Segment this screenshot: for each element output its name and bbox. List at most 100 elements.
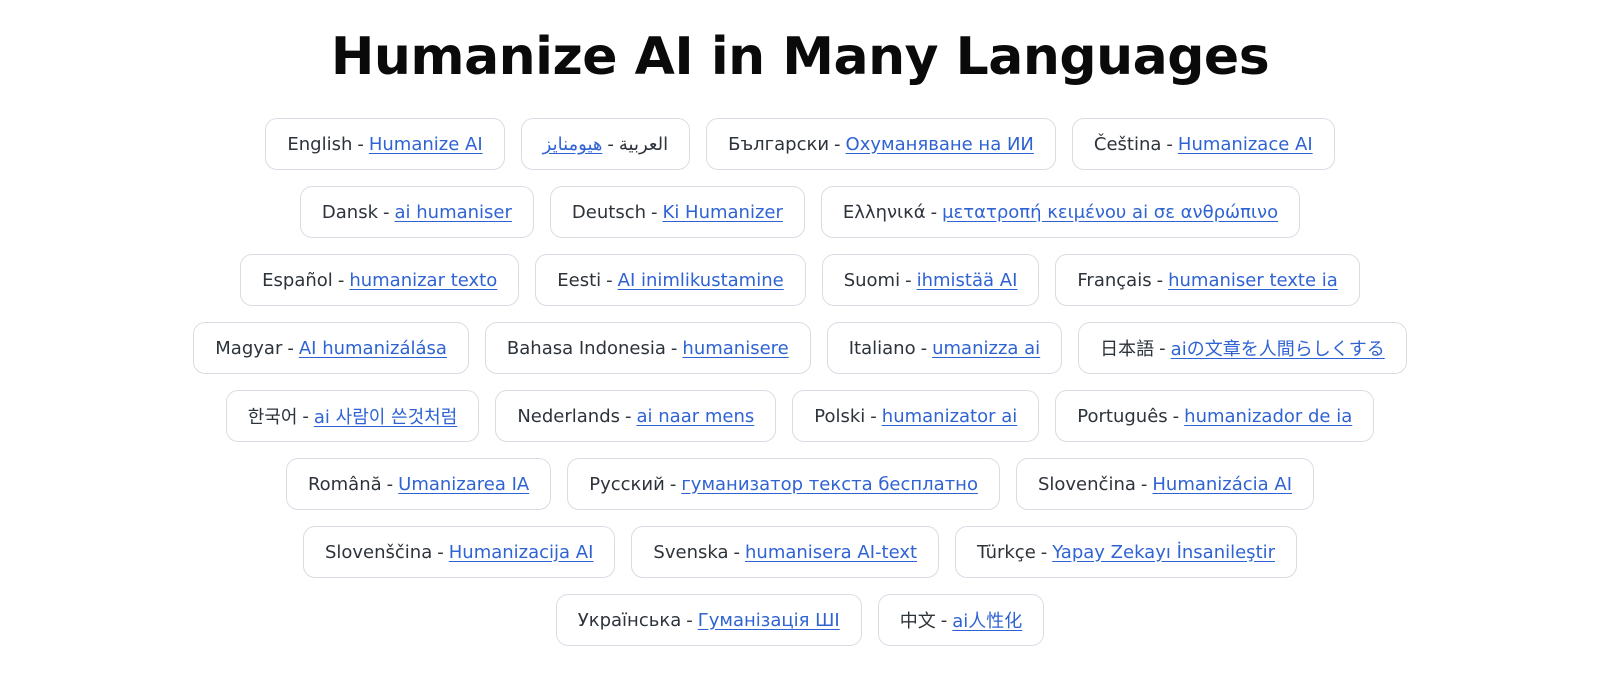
- separator: -: [607, 133, 614, 155]
- separator: -: [302, 405, 309, 427]
- separator: -: [686, 609, 693, 631]
- language-name: 中文: [899, 611, 936, 632]
- language-link-tr[interactable]: Yapay Zekayı İnsanileştir: [1052, 542, 1275, 563]
- page-title: Humanize AI in Many Languages: [330, 27, 1270, 87]
- separator: -: [670, 337, 678, 359]
- separator: -: [733, 541, 741, 563]
- separator: -: [1159, 337, 1166, 359]
- language-chip-hu: Magyar - AI humanizálása: [193, 322, 469, 374]
- language-link-ja[interactable]: aiの文章を人間らしくする: [1171, 335, 1385, 361]
- language-row: Slovenščina - Humanizacija AI Svenska - human…: [0, 526, 1600, 578]
- language-name: 한국어: [247, 407, 298, 428]
- language-chip-ja: 日本語 - aiの文章を人間らしくする: [1078, 322, 1407, 374]
- language-link-fi[interactable]: ihmistää AI: [917, 270, 1018, 291]
- separator: -: [651, 201, 658, 223]
- language-chip-ar: العربية - هيومنايز: [520, 118, 691, 170]
- language-row: Українська - Гуманізація ШІ 中文 - ai人性化: [0, 594, 1600, 646]
- language-link-en[interactable]: Humanize AI: [369, 134, 483, 155]
- language-name: Français: [1077, 269, 1152, 291]
- language-link-ar[interactable]: هيومنايز: [543, 134, 603, 155]
- language-name: Polski: [814, 405, 866, 427]
- language-link-zh[interactable]: ai人性化: [952, 607, 1022, 633]
- language-chip-cs: Čeština - Humanizace AI: [1071, 118, 1335, 170]
- language-link-es[interactable]: humanizar texto: [349, 270, 497, 291]
- language-link-da[interactable]: ai humaniser: [395, 202, 512, 223]
- page: Humanize AI in Many Languages English - Hu…: [0, 0, 1600, 646]
- language-chip-tr: Türkçe - Yapay Zekayı İnsanileştir: [955, 526, 1298, 578]
- language-chip-pt: Português - humanizador de ia: [1055, 390, 1375, 442]
- language-link-cs[interactable]: Humanizace AI: [1178, 134, 1313, 155]
- language-link-el[interactable]: μετατροπή κειμένου ai σε ανθρώπινο: [942, 202, 1278, 223]
- language-link-et[interactable]: AI inimlikustamine: [618, 270, 784, 291]
- language-link-uk[interactable]: Гуманізація ШІ: [698, 610, 840, 631]
- language-chip-ru: Русский - гуманизатор текста бесплатно: [567, 458, 1000, 510]
- language-chip-it: Italiano - umanizza ai: [826, 322, 1063, 374]
- separator: -: [386, 473, 394, 495]
- language-row: Magyar - AI humanizálása Bahasa Indonesia - h…: [0, 322, 1600, 374]
- language-chip-en: English - Humanize AI: [265, 118, 505, 170]
- language-row: Español - humanizar texto Eesti - AI inimliku…: [0, 254, 1600, 306]
- language-name: Ελληνικά: [842, 201, 926, 223]
- language-link-ro[interactable]: Umanizarea IA: [398, 474, 529, 495]
- language-name: Українська: [577, 609, 682, 631]
- language-chip-fr: Français - humaniser texte ia: [1055, 254, 1360, 306]
- separator: -: [1040, 541, 1048, 563]
- separator: -: [437, 541, 444, 563]
- language-chip-ko: 한국어 - ai 사람이 쓴것처럼: [225, 390, 480, 442]
- language-chip-uk: Українська - Гуманізація ШІ: [555, 594, 862, 646]
- language-name: العربية: [618, 133, 669, 155]
- separator: -: [905, 269, 912, 291]
- language-link-fr[interactable]: humaniser texte ia: [1168, 270, 1338, 291]
- language-name: Suomi: [843, 269, 901, 291]
- separator: -: [1166, 133, 1173, 155]
- separator: -: [940, 609, 948, 631]
- language-link-ru[interactable]: гуманизатор текста бесплатно: [681, 474, 978, 495]
- language-name: Bahasa Indonesia: [506, 337, 666, 359]
- language-chip-id: Bahasa Indonesia - humanisere: [484, 322, 811, 374]
- language-name: English: [287, 133, 353, 155]
- language-link-pt[interactable]: humanizador de ia: [1184, 406, 1352, 427]
- language-name: Română: [307, 473, 382, 495]
- language-chip-de: Deutsch - Ki Humanizer: [549, 186, 805, 238]
- language-name: Italiano: [848, 337, 916, 359]
- language-chip-el: Ελληνικά - μετατροπή κειμένου ai σε ανθρώπ…: [820, 186, 1301, 238]
- separator: -: [606, 269, 613, 291]
- separator: -: [669, 473, 677, 495]
- language-name: Eesti: [557, 269, 602, 291]
- separator: -: [287, 337, 294, 359]
- separator: -: [834, 133, 841, 155]
- language-link-hu[interactable]: AI humanizálása: [299, 338, 447, 359]
- language-chip-sv: Svenska - humanisera AI-text: [631, 526, 940, 578]
- language-link-de[interactable]: Ki Humanizer: [663, 202, 783, 223]
- language-chip-bg: Български - Охуманяване на ИИ: [706, 118, 1056, 170]
- language-chip-et: Eesti - AI inimlikustamine: [535, 254, 806, 306]
- language-grid: English - Humanize AI العربية - هيومنايز Бълга…: [0, 118, 1600, 646]
- separator: -: [1140, 473, 1148, 495]
- language-chip-pl: Polski - humanizator ai: [792, 390, 1040, 442]
- language-link-sl[interactable]: Humanizacija AI: [449, 542, 594, 563]
- language-name: Български: [728, 133, 830, 155]
- language-name: Español: [262, 269, 333, 291]
- language-link-bg[interactable]: Охуманяване на ИИ: [846, 134, 1034, 155]
- language-row: 한국어 - ai 사람이 쓴것처럼 Nederlands - ai naar mens Po…: [0, 390, 1600, 442]
- separator: -: [383, 201, 390, 223]
- language-link-ko[interactable]: ai 사람이 쓴것처럼: [314, 403, 457, 429]
- language-name: 日本語: [1100, 339, 1155, 360]
- language-chip-da: Dansk - ai humaniser: [299, 186, 534, 238]
- language-row: Română - Umanizarea IA Русский - гуманизатор …: [0, 458, 1600, 510]
- language-chip-fi: Suomi - ihmistää AI: [821, 254, 1040, 306]
- language-link-it[interactable]: umanizza ai: [932, 338, 1040, 359]
- language-chip-ro: Română - Umanizarea IA: [285, 458, 552, 510]
- language-chip-zh: 中文 - ai人性化: [877, 594, 1045, 646]
- language-link-id[interactable]: humanisere: [682, 338, 788, 359]
- language-link-nl[interactable]: ai naar mens: [637, 406, 755, 427]
- language-name: Slovenčina: [1037, 473, 1136, 495]
- separator: -: [1172, 405, 1180, 427]
- language-link-sk[interactable]: Humanizácia AI: [1152, 474, 1292, 495]
- language-link-sv[interactable]: humanisera AI-text: [745, 542, 917, 563]
- language-chip-sk: Slovenčina - Humanizácia AI: [1015, 458, 1315, 510]
- language-row: English - Humanize AI العربية - هيومنايز Бълга…: [0, 118, 1600, 170]
- language-link-pl[interactable]: humanizator ai: [882, 406, 1018, 427]
- language-name: Dansk: [321, 201, 379, 223]
- language-name: Português: [1077, 405, 1168, 427]
